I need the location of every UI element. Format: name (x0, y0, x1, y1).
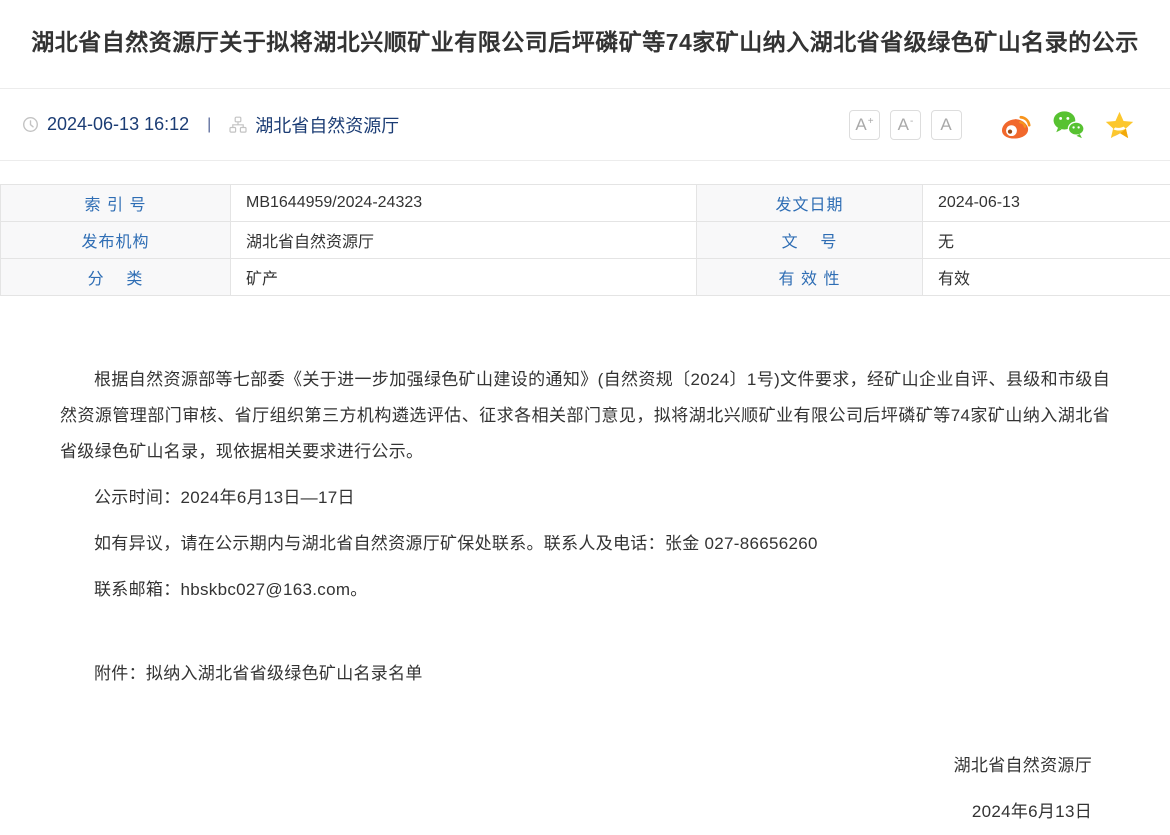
meta-separator: | (207, 116, 211, 134)
signature-agency: 湖北省自然资源厅 (60, 748, 1092, 784)
weibo-icon[interactable] (1000, 110, 1033, 140)
clock-icon (22, 116, 39, 133)
info-value-issuing-agency: 湖北省自然资源厅 (231, 222, 697, 259)
info-label-issue-date: 发文日期 (697, 185, 923, 222)
attachment-link[interactable]: 附件：拟纳入湖北省省级绿色矿山名录名单 (60, 656, 1110, 692)
info-value-index-number: MB1644959/2024-24323 (231, 185, 697, 222)
wechat-icon[interactable] (1052, 110, 1085, 139)
info-label-index-number: 索 引 号 (1, 185, 231, 222)
font-increase-button[interactable]: A+ (849, 110, 880, 140)
document-info-table: 索 引 号 MB1644959/2024-24323 发文日期 2024-06-… (0, 184, 1170, 296)
info-label-validity: 有 效 性 (697, 259, 923, 296)
info-value-document-number: 无 (923, 222, 1170, 259)
article-paragraph: 根据自然资源部等七部委《关于进一步加强绿色矿山建设的通知》(自然资规〔2024〕… (60, 362, 1110, 470)
article-body: 根据自然资源部等七部委《关于进一步加强绿色矿山建设的通知》(自然资规〔2024〕… (0, 296, 1170, 830)
meta-divider (0, 160, 1170, 161)
meta-bar: 2024-06-13 16:12 | 湖北省自然资源厅 A+ A- A (0, 89, 1170, 160)
article-paragraph-contact: 如有异议，请在公示期内与湖北省自然资源厅矿保处联系。联系人及电话：张金 027-… (60, 526, 1110, 562)
qzone-icon[interactable] (1104, 110, 1135, 140)
font-reset-button[interactable]: A (931, 110, 962, 140)
info-value-validity: 有效 (923, 259, 1170, 296)
signature-date: 2024年6月13日 (60, 794, 1092, 830)
info-value-issue-date: 2024-06-13 (923, 185, 1170, 222)
publish-time: 2024-06-13 16:12 (47, 114, 189, 135)
meta-left: 2024-06-13 16:12 | 湖北省自然资源厅 (22, 112, 399, 138)
meta-right: A+ A- A (849, 110, 1135, 140)
org-sitemap-icon (229, 116, 247, 134)
article-paragraph-email: 联系邮箱：hbskbc027@163.com。 (60, 572, 1110, 608)
signature-block: 湖北省自然资源厅 2024年6月13日 (60, 748, 1110, 830)
announcement-page: 湖北省自然资源厅关于拟将湖北兴顺矿业有限公司后坪磷矿等74家矿山纳入湖北省省级绿… (0, 0, 1170, 830)
source-link[interactable]: 湖北省自然资源厅 (255, 112, 399, 138)
info-value-category: 矿产 (231, 259, 697, 296)
info-label-issuing-agency: 发布机构 (1, 222, 231, 259)
article-paragraph-publicity-period: 公示时间：2024年6月13日—17日 (60, 480, 1110, 516)
page-title: 湖北省自然资源厅关于拟将湖北兴顺矿业有限公司后坪磷矿等74家矿山纳入湖北省省级绿… (15, 26, 1155, 58)
info-label-document-number: 文 号 (697, 222, 923, 259)
font-decrease-button[interactable]: A- (890, 110, 921, 140)
info-label-category: 分 类 (1, 259, 231, 296)
